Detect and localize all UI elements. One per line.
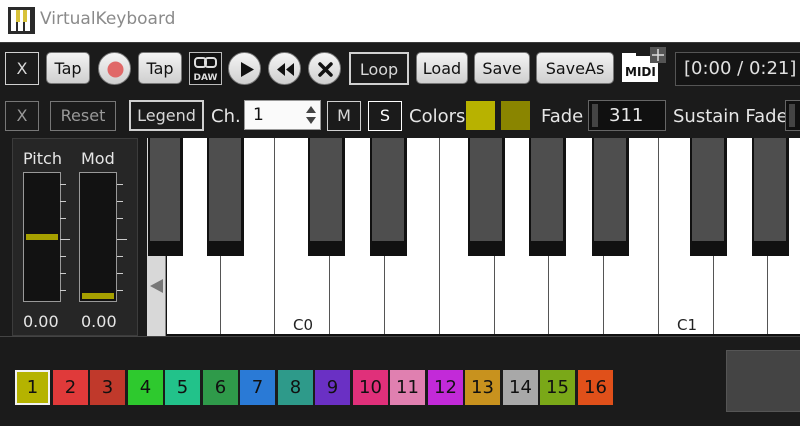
- scroll-down-arrow-icon[interactable]: [150, 279, 163, 293]
- solo-button[interactable]: S: [368, 101, 402, 131]
- reset-button[interactable]: Reset: [50, 101, 116, 131]
- channel-button-12[interactable]: 12: [428, 370, 463, 405]
- black-key[interactable]: [468, 138, 505, 256]
- load-button[interactable]: Load: [416, 52, 468, 84]
- color-swatch-2[interactable]: [501, 101, 530, 130]
- black-key[interactable]: [207, 138, 244, 256]
- record-icon: [107, 61, 124, 78]
- daw-link-button[interactable]: DAW: [189, 52, 222, 85]
- black-key[interactable]: [690, 138, 727, 256]
- channel-stepper[interactable]: 1: [244, 100, 321, 130]
- saveas-button[interactable]: SaveAs: [536, 52, 614, 84]
- channel-button-1[interactable]: 1: [15, 370, 50, 405]
- title-bar: VirtualKeyboard: [0, 0, 800, 42]
- mod-scale-ticks: [117, 184, 127, 294]
- channel-button-6[interactable]: 6: [203, 370, 238, 405]
- tap-button-1[interactable]: Tap: [46, 52, 90, 84]
- pitch-scale-ticks: [60, 184, 70, 294]
- play-button[interactable]: [228, 52, 261, 85]
- pitch-level-indicator: [26, 234, 58, 240]
- midi-label: MIDI: [625, 65, 656, 79]
- channel-button-7[interactable]: 7: [240, 370, 275, 405]
- channel-button-10[interactable]: 10: [353, 370, 388, 405]
- channel-button-2[interactable]: 2: [53, 370, 88, 405]
- fade-label: Fade: [541, 106, 584, 127]
- daw-label: DAW: [193, 73, 218, 83]
- midi-button[interactable]: MIDI: [620, 46, 670, 84]
- close-panel-button[interactable]: X: [5, 101, 39, 131]
- app-piano-icon: [8, 7, 35, 34]
- sustain-fade-input[interactable]: [785, 100, 800, 131]
- color-swatch-1[interactable]: [466, 101, 495, 130]
- tap-button-2[interactable]: Tap: [138, 52, 182, 84]
- close-toolbar-button[interactable]: X: [5, 52, 39, 85]
- channel-button-11[interactable]: 11: [390, 370, 425, 405]
- note-label-c0: C0: [293, 316, 314, 334]
- time-display: [0:00 / 0:21] :: [675, 52, 800, 86]
- window-title: VirtualKeyboard: [40, 9, 176, 29]
- channel-button-8[interactable]: 8: [278, 370, 313, 405]
- channel-button-9[interactable]: 9: [315, 370, 350, 405]
- rewind-icon: [277, 63, 294, 76]
- channel-button-16[interactable]: 16: [578, 370, 613, 405]
- black-key[interactable]: [370, 138, 407, 256]
- fade-input[interactable]: 311: [588, 100, 666, 131]
- mod-level-indicator: [82, 293, 114, 299]
- stop-button[interactable]: [308, 52, 341, 85]
- loop-button[interactable]: Loop: [349, 52, 409, 85]
- save-button[interactable]: Save: [474, 52, 530, 84]
- note-label-c1: C1: [677, 316, 698, 334]
- pitch-label: Pitch: [23, 149, 62, 168]
- mod-value: 0.00: [81, 312, 117, 331]
- channel-label: Ch.: [211, 106, 241, 127]
- mod-wheel[interactable]: [79, 172, 117, 302]
- channel-button-13[interactable]: 13: [465, 370, 500, 405]
- black-key[interactable]: [529, 138, 566, 256]
- channel-button-4[interactable]: 4: [128, 370, 163, 405]
- black-key[interactable]: [752, 138, 789, 256]
- channel-value: 1: [253, 105, 264, 125]
- link-icon: [194, 57, 217, 68]
- play-icon: [241, 62, 254, 77]
- channel-button-15[interactable]: 15: [540, 370, 575, 405]
- legend-button[interactable]: Legend: [129, 100, 204, 131]
- sustain-fade-label: Sustain Fade: [673, 106, 788, 127]
- close-x-icon: [318, 62, 333, 77]
- channel-bar-side-panel[interactable]: [726, 350, 800, 412]
- record-button[interactable]: [98, 52, 131, 85]
- mute-button[interactable]: M: [327, 101, 361, 131]
- channel-button-5[interactable]: 5: [165, 370, 200, 405]
- channel-bar-separator: [0, 336, 800, 350]
- black-key[interactable]: [308, 138, 345, 256]
- channel-button-3[interactable]: 3: [90, 370, 125, 405]
- black-key[interactable]: [592, 138, 629, 256]
- spinner-arrows-icon[interactable]: [305, 104, 317, 126]
- mod-label: Mod: [81, 149, 115, 168]
- channel-button-14[interactable]: 14: [503, 370, 538, 405]
- pitch-wheel[interactable]: [23, 172, 61, 302]
- colors-label: Colors: [409, 106, 466, 127]
- black-key[interactable]: [148, 138, 183, 256]
- pitch-value: 0.00: [23, 312, 59, 331]
- rewind-button[interactable]: [268, 52, 301, 85]
